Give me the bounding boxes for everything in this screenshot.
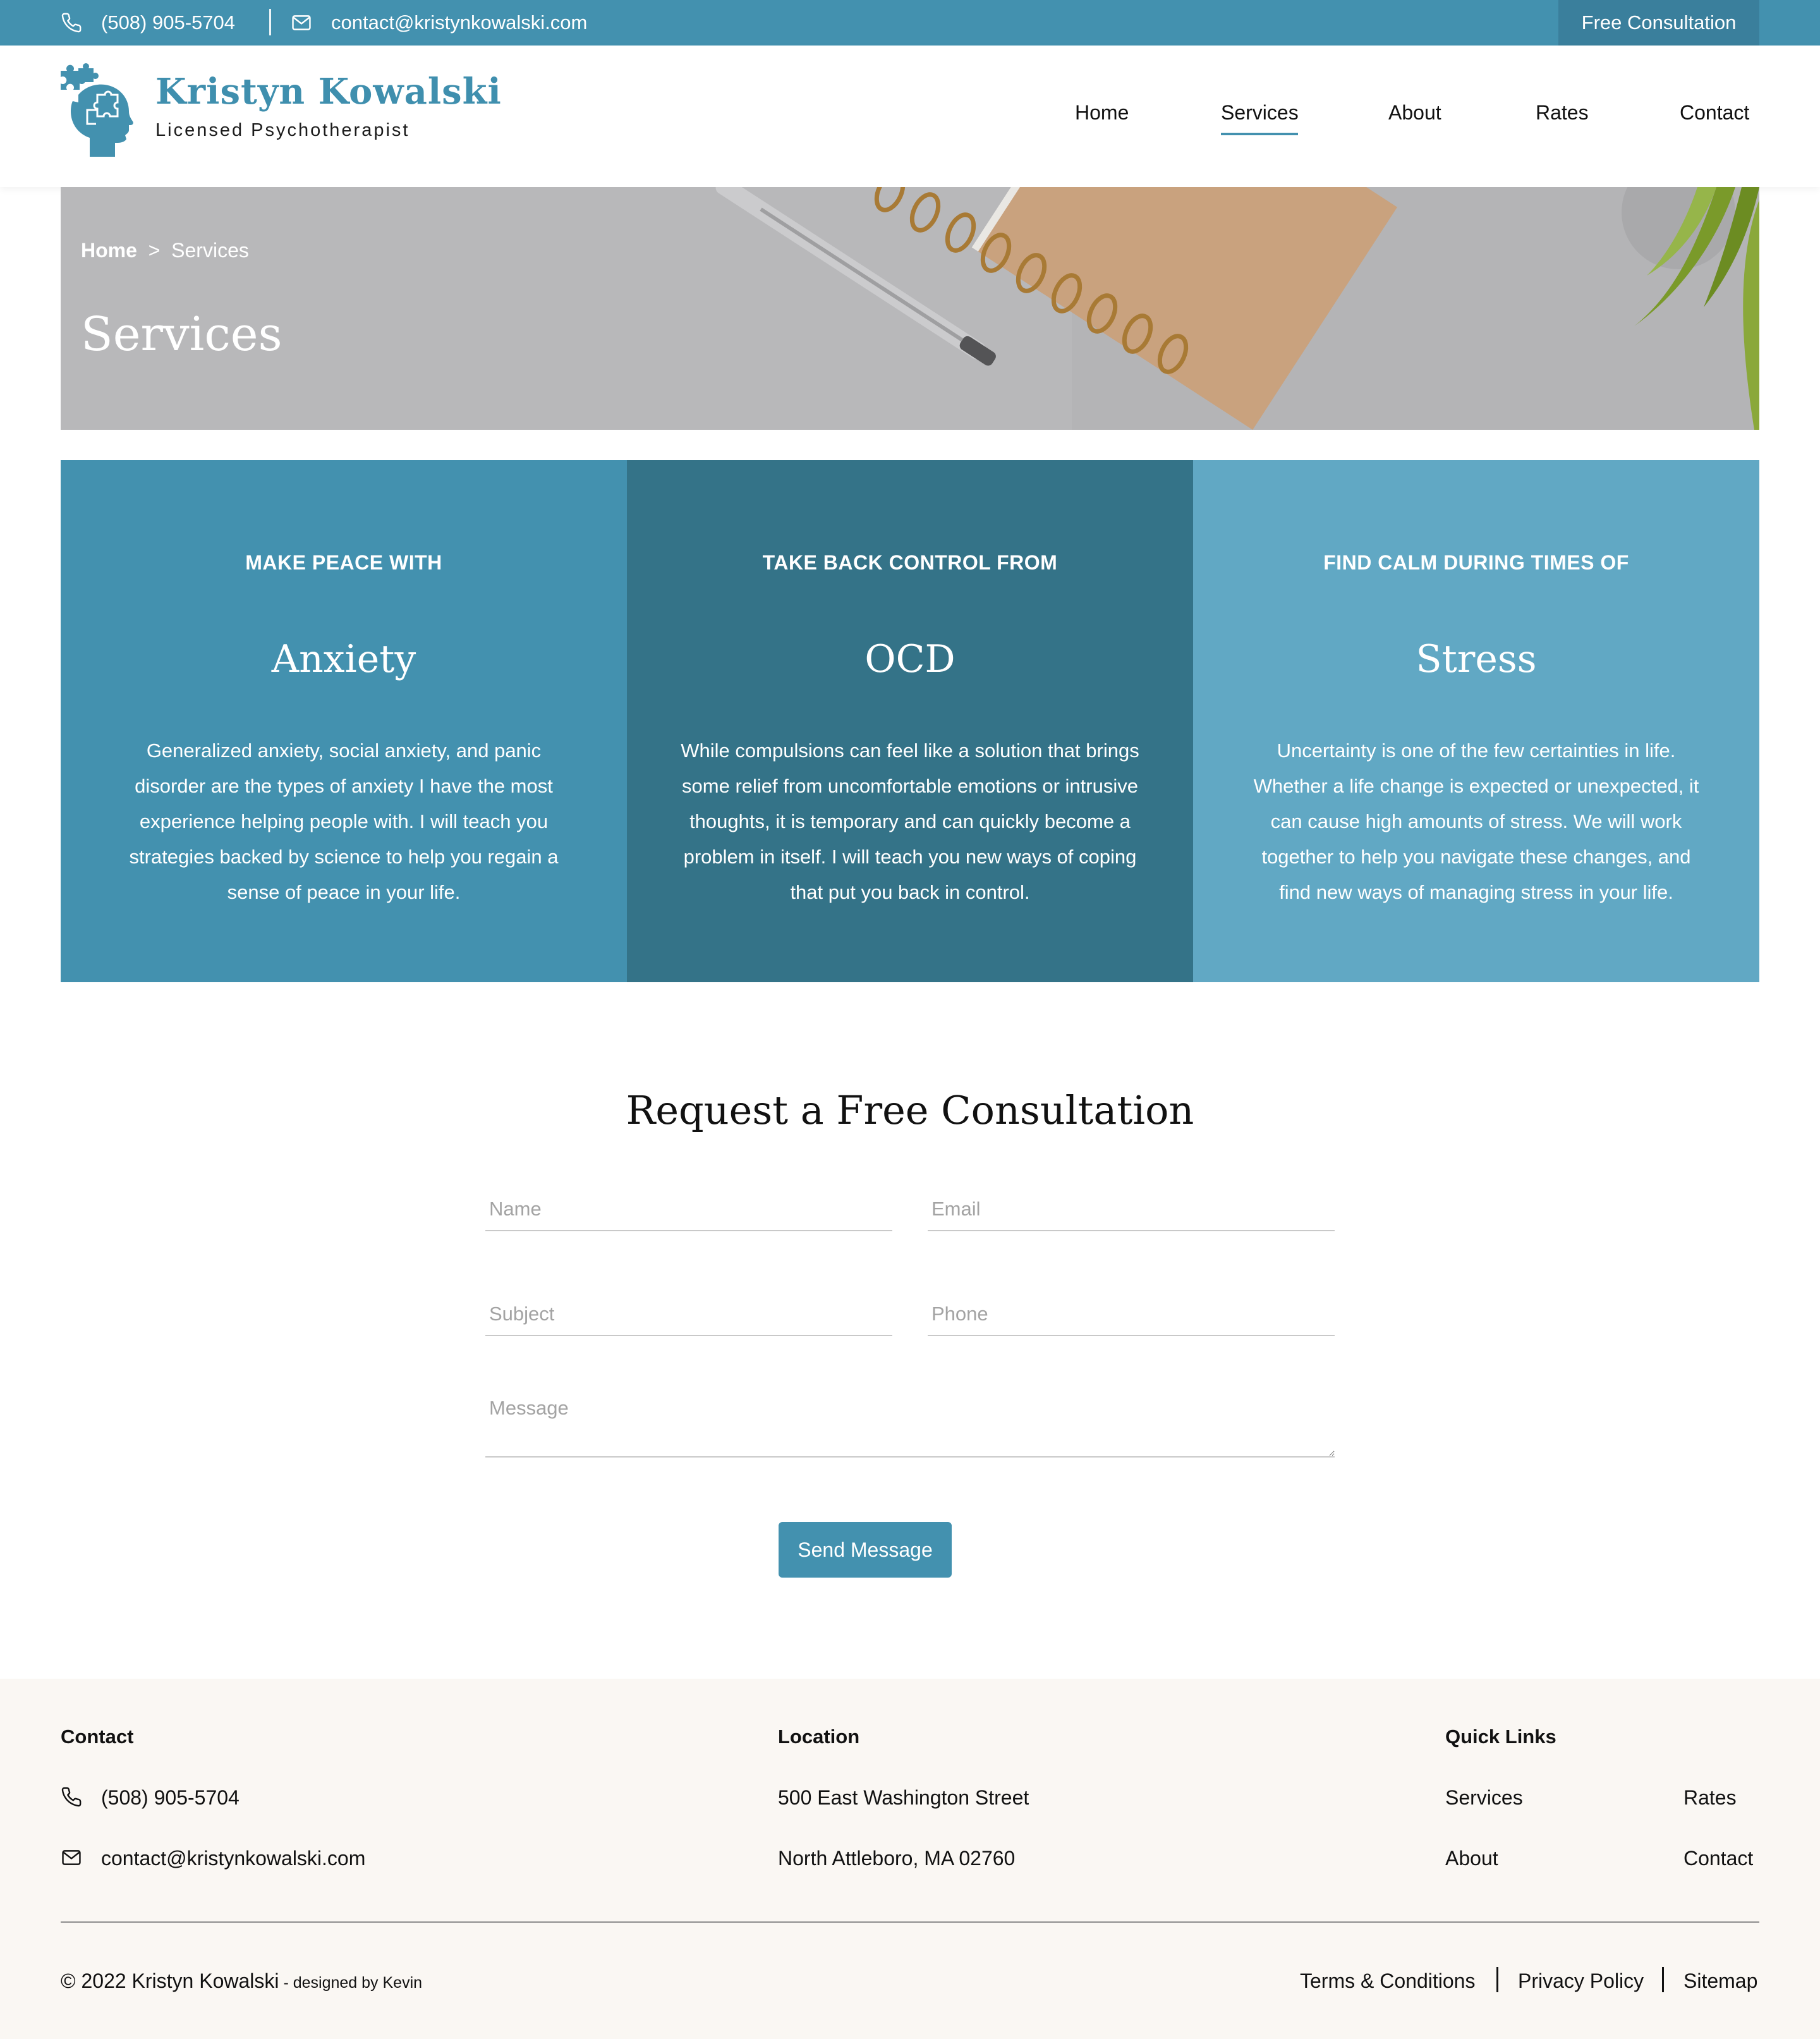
privacy-policy-link[interactable]: Privacy Policy (1518, 1969, 1644, 1993)
service-kicker: TAKE BACK CONTROL FROM (762, 551, 1058, 574)
footer-link-contact[interactable]: Contact (1684, 1847, 1753, 1870)
nav-services[interactable]: Services (1221, 101, 1299, 125)
copyright: © 2022 Kristyn Kowalski - designed by Ke… (61, 1969, 422, 1993)
service-card-stress: FIND CALM DURING TIMES OF Stress Uncerta… (1193, 460, 1759, 982)
topbar-phone-text: (508) 905-5704 (101, 11, 235, 33)
breadcrumb: Home > Services (81, 239, 249, 262)
breadcrumb-separator: > (148, 239, 161, 262)
brand-subtitle: Licensed Psychotherapist (155, 120, 410, 140)
free-consultation-button[interactable]: Free Consultation (1558, 0, 1759, 46)
topbar-phone-link[interactable]: (508) 905-5704 (61, 0, 235, 46)
page-title: Services (81, 307, 282, 362)
footer-email-link[interactable]: contact@kristynkowalski.com (101, 1847, 365, 1870)
service-title: OCD (864, 637, 956, 681)
name-field[interactable] (485, 1188, 892, 1231)
nav-home[interactable]: Home (1075, 101, 1129, 125)
mail-icon (62, 1850, 81, 1865)
subject-field[interactable] (485, 1293, 892, 1336)
top-contact-bar: (508) 905-5704 contact@kristynkowalski.c… (0, 0, 1820, 46)
footer-divider (61, 1921, 1759, 1923)
footer-quicklinks-heading: Quick Links (1445, 1726, 1556, 1748)
email-field[interactable] (928, 1188, 1335, 1231)
topbar-email-link[interactable]: contact@kristynkowalski.com (291, 0, 587, 46)
breadcrumb-home-link[interactable]: Home (81, 239, 137, 262)
phone-field[interactable] (928, 1293, 1335, 1336)
footer-phone-link[interactable]: (508) 905-5704 (101, 1786, 240, 1810)
copyright-text: © 2022 Kristyn Kowalski (61, 1969, 279, 1992)
topbar-separator (269, 9, 271, 35)
service-description: While compulsions can feel like a soluti… (681, 740, 1139, 903)
services-grid: MAKE PEACE WITH Anxiety Generalized anxi… (61, 460, 1759, 982)
service-card-anxiety: MAKE PEACE WITH Anxiety Generalized anxi… (61, 460, 627, 982)
hero-background-image (61, 187, 1759, 430)
service-description: Uncertainty is one of the few certaintie… (1253, 740, 1699, 903)
nav-rates[interactable]: Rates (1536, 101, 1589, 125)
phone-icon (61, 1787, 82, 1807)
legal-separator (1662, 1967, 1664, 1992)
phone-icon (61, 13, 82, 33)
send-message-button[interactable]: Send Message (779, 1522, 952, 1578)
service-kicker: FIND CALM DURING TIMES OF (1323, 551, 1629, 574)
service-title: Anxiety (271, 637, 416, 681)
footer-link-services[interactable]: Services (1445, 1786, 1523, 1810)
footer-link-rates[interactable]: Rates (1684, 1786, 1737, 1810)
nav-about[interactable]: About (1388, 101, 1441, 125)
terms-link[interactable]: Terms & Conditions (1300, 1969, 1475, 1993)
nav-contact[interactable]: Contact (1680, 101, 1749, 125)
designer-credit: - designed by Kevin (279, 1974, 423, 1992)
sitemap-link[interactable]: Sitemap (1684, 1969, 1757, 1993)
service-card-ocd: TAKE BACK CONTROL FROM OCD While compuls… (627, 460, 1193, 982)
legal-separator (1496, 1967, 1498, 1992)
form-title: Request a Free Consultation (626, 1087, 1194, 1133)
mail-icon (292, 15, 311, 30)
footer-address-line2: North Attleboro, MA 02760 (778, 1847, 1016, 1870)
nav-active-indicator (1221, 133, 1298, 135)
page-hero-banner: Home > Services Services (61, 187, 1759, 430)
brand-name[interactable]: Kristyn Kowalski (155, 71, 502, 113)
footer-address-line1: 500 East Washington Street (778, 1786, 1029, 1809)
footer-contact-heading: Contact (61, 1726, 134, 1748)
message-field[interactable] (485, 1388, 1335, 1458)
breadcrumb-current: Services (171, 239, 249, 262)
service-title: Stress (1416, 637, 1537, 681)
topbar-email-text: contact@kristynkowalski.com (331, 11, 588, 33)
service-kicker: MAKE PEACE WITH (245, 551, 442, 574)
footer-location-heading: Location (778, 1726, 860, 1748)
footer-link-about[interactable]: About (1445, 1847, 1498, 1870)
service-description: Generalized anxiety, social anxiety, and… (129, 740, 559, 903)
head-puzzle-logo-icon[interactable] (59, 63, 135, 157)
